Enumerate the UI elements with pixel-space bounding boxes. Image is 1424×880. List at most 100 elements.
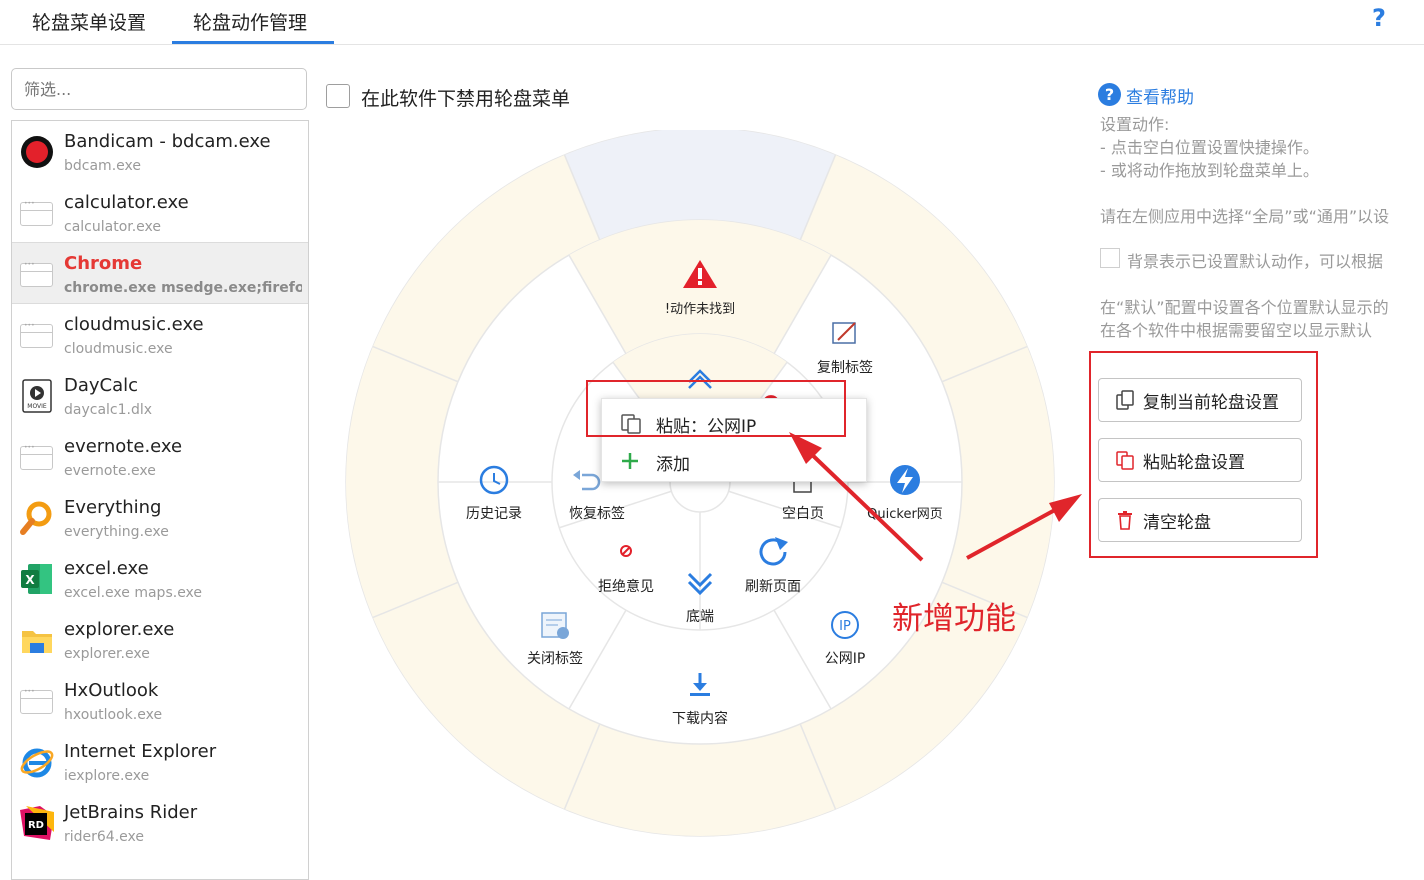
app-exe: evernote.exe (64, 463, 156, 479)
disable-wheel-label[interactable]: 在此软件下禁用轮盘菜单 (361, 84, 570, 111)
app-list[interactable]: Bandicam - bdcam.exe bdcam.exe calculato… (11, 120, 309, 880)
copy-wheel-settings-button[interactable]: 复制当前轮盘设置 (1098, 378, 1302, 422)
wheel-item-download[interactable]: 下载内容 (672, 710, 728, 727)
tab-wheel-menu-settings[interactable]: 轮盘菜单设置 (32, 8, 146, 35)
wheel-item-history[interactable]: 历史记录 (466, 506, 522, 522)
help-question-icon[interactable]: ? (1372, 4, 1386, 32)
wheel-item-bottom[interactable]: 底端 (686, 609, 714, 625)
close-tab-icon (541, 612, 569, 639)
bandicam-icon (20, 135, 54, 169)
app-exe: calculator.exe (64, 219, 162, 235)
list-item-daycalc[interactable]: MOVIE DayCalc daycalc1.dlx (12, 365, 308, 425)
wheel-item-restore-tab[interactable]: 恢复标签 (569, 505, 625, 522)
wheel-item-quicker-web[interactable]: Quicker网页 (867, 507, 943, 522)
svg-text:X: X (25, 573, 35, 587)
instruction-line: 在各个软件中根据需要留空以显示默认 (1100, 321, 1373, 340)
background-default-checkbox[interactable] (1100, 248, 1120, 268)
instruction-title: 设置动作: (1100, 115, 1170, 134)
list-item-bandicam[interactable]: Bandicam - bdcam.exe bdcam.exe (12, 121, 308, 181)
app-name: Everything (64, 497, 162, 518)
app-name: DayCalc (64, 375, 139, 396)
ip-icon: IP (831, 611, 859, 639)
app-name: Internet Explorer (64, 741, 217, 762)
movie-icon: MOVIE (20, 379, 54, 413)
window-icon (20, 440, 54, 474)
svg-text:MOVIE: MOVIE (27, 403, 47, 410)
clear-wheel-button[interactable]: 清空轮盘 (1098, 498, 1302, 542)
trash-icon (1118, 511, 1132, 530)
list-item-everything[interactable]: Everything everything.exe (12, 487, 308, 547)
annotation-new-feature: 新增功能 (892, 601, 1016, 637)
active-tab-indicator (172, 41, 334, 44)
list-item-internet-explorer[interactable]: Internet Explorer iexplore.exe (12, 731, 308, 791)
filter-input[interactable] (11, 68, 307, 110)
list-item-chrome[interactable]: Chrome chrome.exe msedge.exe;firefox (12, 242, 308, 304)
app-name: calculator.exe (64, 192, 189, 213)
context-menu-add-label: 添加 (656, 455, 690, 475)
highlight-box-paste (586, 380, 846, 437)
excel-icon: X (20, 562, 54, 596)
list-item-jetbrains-rider[interactable]: RD JetBrains Rider rider64.exe (12, 792, 308, 852)
context-menu-add[interactable]: 添加 (602, 441, 866, 479)
app-exe: rider64.exe (64, 829, 145, 845)
app-name: explorer.exe (64, 619, 175, 640)
folder-icon (20, 623, 54, 657)
paste-icon (1116, 451, 1134, 470)
background-default-label: 背景表示已设置默认动作，可以根据 (1127, 252, 1384, 271)
window-icon (20, 684, 54, 718)
list-item-evernote[interactable]: evernote.exe evernote.exe (12, 426, 308, 486)
paste-wheel-settings-button[interactable]: 粘贴轮盘设置 (1098, 438, 1302, 482)
copy-icon (1116, 390, 1134, 410)
tab-divider (0, 44, 1424, 45)
app-name: Chrome (64, 253, 143, 274)
window-icon (20, 318, 54, 352)
ie-icon (20, 745, 54, 779)
instruction-line: 请在左侧应用中选择“全局”或“通用”以设 (1100, 207, 1390, 226)
copy-tab-icon (832, 322, 856, 344)
disable-wheel-checkbox[interactable] (326, 84, 350, 108)
wheel-menu[interactable]: IP !动作未找到 复制标签 Quicker网页 公网IP 下载内容 关闭标签 … (320, 130, 1080, 869)
app-name: HxOutlook (64, 680, 159, 701)
app-exe: hxoutlook.exe (64, 707, 163, 723)
app-exe: cloudmusic.exe (64, 341, 173, 357)
list-item-hxoutlook[interactable]: HxOutlook hxoutlook.exe (12, 670, 308, 730)
wheel-item-reject[interactable]: 拒绝意见 (598, 578, 654, 595)
app-name: cloudmusic.exe (64, 314, 204, 335)
lightning-icon (890, 465, 920, 495)
list-item-explorer[interactable]: explorer.exe explorer.exe (12, 609, 308, 669)
svg-text:IP: IP (839, 619, 851, 634)
app-name: evernote.exe (64, 436, 183, 457)
window-icon (20, 196, 54, 230)
tab-wheel-action-management[interactable]: 轮盘动作管理 (193, 8, 307, 35)
instruction-line: - 或将动作拖放到轮盘菜单上。 (1100, 161, 1319, 180)
app-exe: chrome.exe msedge.exe;firefox (64, 280, 302, 296)
app-exe: explorer.exe (64, 646, 150, 662)
app-exe: iexplore.exe (64, 768, 150, 784)
app-exe: everything.exe (64, 524, 169, 540)
svg-text:RD: RD (28, 820, 44, 831)
wheel-item-action-not-found[interactable]: !动作未找到 (665, 302, 735, 317)
copy-wheel-settings-label: 复制当前轮盘设置 (1143, 392, 1279, 413)
wheel-item-blank-page[interactable]: 空白页 (782, 506, 824, 522)
app-name: Bandicam - bdcam.exe (64, 131, 271, 152)
wheel-item-refresh[interactable]: 刷新页面 (745, 579, 801, 595)
help-link[interactable]: 查看帮助 (1126, 83, 1194, 108)
app-name: JetBrains Rider (64, 802, 198, 823)
app-name: excel.exe (64, 558, 149, 579)
app-exe: daycalc1.dlx (64, 402, 153, 418)
clear-wheel-label: 清空轮盘 (1143, 512, 1211, 533)
app-exe: excel.exe maps.exe (64, 585, 203, 601)
magnifier-icon (20, 501, 54, 535)
list-item-cloudmusic[interactable]: cloudmusic.exe cloudmusic.exe (12, 304, 308, 364)
rider-icon: RD (20, 806, 54, 840)
window-icon (20, 257, 54, 291)
wheel-item-close-tab[interactable]: 关闭标签 (527, 650, 583, 667)
paste-wheel-settings-label: 粘贴轮盘设置 (1143, 452, 1245, 473)
wheel-item-public-ip[interactable]: 公网IP (825, 651, 866, 667)
help-circle-icon[interactable]: ? (1098, 83, 1121, 106)
wheel-item-copy-tab[interactable]: 复制标签 (817, 359, 873, 376)
app-exe: bdcam.exe (64, 158, 141, 174)
list-item-calculator[interactable]: calculator.exe calculator.exe (12, 182, 308, 242)
list-item-excel[interactable]: X excel.exe excel.exe maps.exe (12, 548, 308, 608)
instruction-line: 在“默认”配置中设置各个位置默认显示的 (1100, 298, 1389, 317)
